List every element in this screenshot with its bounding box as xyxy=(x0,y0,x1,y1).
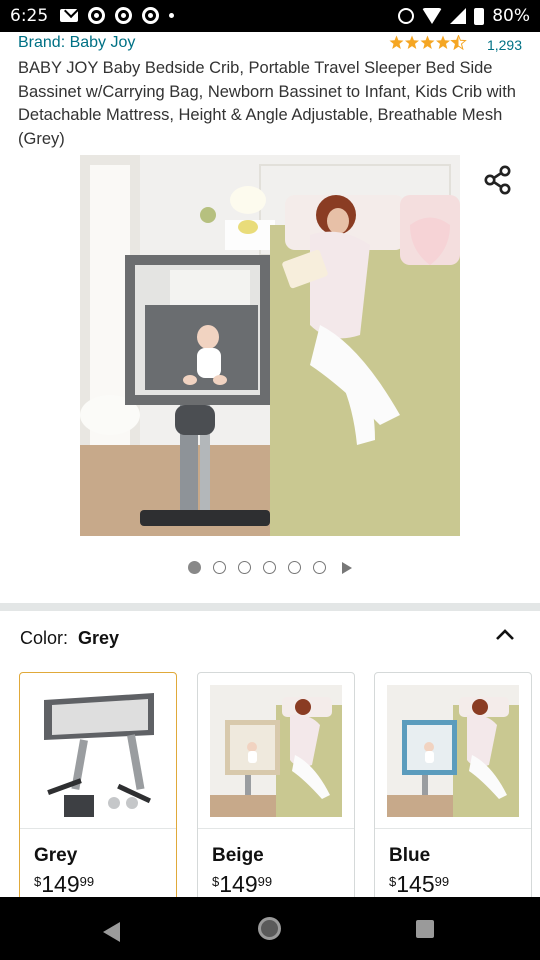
price-currency: $ xyxy=(212,874,220,889)
rating-summary[interactable]: 1,293 xyxy=(389,34,522,55)
price-whole: 149 xyxy=(219,871,258,897)
color-swatch-grey[interactable]: Grey $149 99 xyxy=(19,672,177,912)
status-time: 6:25 xyxy=(10,6,49,26)
swatch-thumbnail xyxy=(32,685,164,817)
brand-link[interactable]: Brand: Baby Joy xyxy=(18,34,135,52)
carousel-dot[interactable] xyxy=(213,561,226,574)
swatch-price: $149 99 xyxy=(34,871,94,898)
notification-icons xyxy=(60,7,174,24)
recent-apps-icon[interactable] xyxy=(416,920,434,938)
more-notifications-icon xyxy=(169,13,174,18)
chevron-up-icon[interactable] xyxy=(494,624,516,646)
system-icons: 80% xyxy=(398,6,530,26)
carousel-dot[interactable] xyxy=(238,561,251,574)
swatch-price: $149 99 xyxy=(212,871,272,898)
swatch-thumbnail xyxy=(210,685,342,817)
chrome-icon xyxy=(115,7,132,24)
image-carousel-indicator xyxy=(0,561,540,574)
color-selector-header[interactable]: Color: Grey xyxy=(20,628,119,649)
swatch-name: Beige xyxy=(212,845,264,866)
price-currency: $ xyxy=(34,874,42,889)
carousel-dot[interactable] xyxy=(188,561,201,574)
color-swatch-beige[interactable]: Beige $149 99 xyxy=(197,672,355,912)
price-fraction: 99 xyxy=(257,874,273,889)
carousel-dot[interactable] xyxy=(263,561,276,574)
share-icon[interactable] xyxy=(482,164,514,196)
price-whole: 149 xyxy=(41,871,80,897)
play-video-icon[interactable] xyxy=(342,561,352,574)
home-icon[interactable] xyxy=(258,917,281,940)
signal-icon xyxy=(450,8,467,24)
star-rating-icon xyxy=(389,34,467,55)
product-image[interactable] xyxy=(80,155,460,536)
status-bar: 6:25 80% xyxy=(0,0,540,32)
carousel-dot[interactable] xyxy=(313,561,326,574)
price-fraction: 99 xyxy=(434,874,450,889)
price-whole: 145 xyxy=(396,871,435,897)
battery-icon xyxy=(474,7,485,25)
mail-icon xyxy=(60,9,78,22)
carousel-dot[interactable] xyxy=(288,561,301,574)
product-title: BABY JOY Baby Bedside Crib, Portable Tra… xyxy=(18,59,516,148)
alarm-icon xyxy=(398,8,415,24)
swatch-thumbnail xyxy=(387,685,519,817)
chrome-icon xyxy=(142,7,159,24)
battery-percent: 80% xyxy=(492,6,530,26)
chrome-icon xyxy=(88,7,105,24)
section-divider xyxy=(0,603,540,611)
swatch-divider xyxy=(20,828,176,829)
swatch-divider xyxy=(198,828,354,829)
color-value: Grey xyxy=(78,628,120,648)
back-icon[interactable] xyxy=(103,922,120,942)
swatch-divider xyxy=(375,828,531,829)
swatch-price: $145 99 xyxy=(389,871,449,898)
rating-count: 1,293 xyxy=(486,37,522,53)
price-currency: $ xyxy=(389,874,397,889)
color-label: Color: xyxy=(20,628,69,648)
wifi-icon xyxy=(422,8,443,24)
color-swatch-blue[interactable]: Blue $145 99 xyxy=(374,672,532,912)
swatch-name: Blue xyxy=(389,845,431,866)
swatch-name: Grey xyxy=(34,845,78,866)
price-fraction: 99 xyxy=(79,874,95,889)
